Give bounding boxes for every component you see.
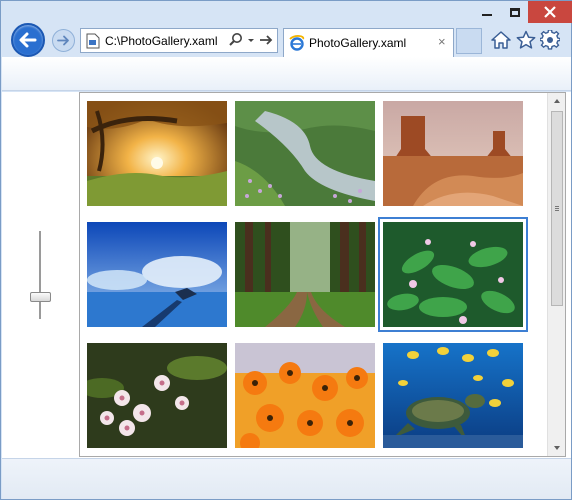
favorites-star-icon[interactable] (516, 30, 536, 50)
page-content (2, 92, 571, 458)
zoom-slider-thumb[interactable] (30, 292, 51, 302)
tab-photogallery[interactable]: PhotoGallery.xaml × (283, 28, 454, 57)
maximize-icon (510, 7, 520, 17)
minimize-button[interactable] (472, 1, 502, 23)
forward-arrow-icon (57, 35, 69, 46)
photo-sea-turtle-fish[interactable] (383, 343, 523, 448)
address-text: C:\PhotoGallery.xaml (105, 34, 218, 48)
page-icon (86, 33, 100, 49)
scroll-up-icon[interactable] (552, 96, 562, 106)
address-bar[interactable]: C:\PhotoGallery.xaml (80, 28, 278, 53)
vertical-scrollbar[interactable] (547, 93, 565, 456)
status-bar (2, 458, 571, 499)
photo-frangipani-flowers[interactable] (87, 343, 227, 448)
photo-autumn-tree-sunset[interactable] (87, 101, 227, 206)
tab-title: PhotoGallery.xaml (309, 36, 407, 50)
back-button[interactable] (11, 23, 45, 57)
minimize-icon (482, 14, 492, 16)
close-button[interactable] (528, 1, 572, 23)
photo-orange-flowers[interactable] (235, 343, 375, 448)
home-icon[interactable] (491, 30, 511, 50)
search-icon[interactable] (228, 32, 244, 48)
photo-forest-path[interactable] (235, 222, 375, 327)
new-tab-button[interactable] (456, 28, 482, 54)
photo-desert-buttes[interactable] (383, 101, 523, 206)
chevron-down-icon[interactable] (246, 32, 256, 48)
ie-icon (289, 35, 305, 51)
scrollbar-thumb[interactable] (551, 111, 563, 306)
gear-icon[interactable] (540, 30, 560, 50)
photo-mountain-stream-meadow[interactable] (235, 101, 375, 206)
tab-close-button[interactable]: × (438, 34, 446, 49)
photo-listbox[interactable] (79, 92, 566, 457)
browser-window: C:\PhotoGallery.xaml PhotoGallery.xaml × (0, 0, 572, 500)
scroll-down-icon[interactable] (552, 443, 562, 453)
close-icon (544, 6, 556, 18)
photo-pier-blue-sky[interactable] (87, 222, 227, 327)
back-arrow-icon (19, 32, 37, 48)
zoom-slider-track (39, 231, 41, 319)
go-arrow-icon[interactable] (258, 32, 274, 48)
forward-button[interactable] (52, 29, 75, 52)
maximize-button[interactable] (502, 1, 528, 23)
command-bar (2, 57, 571, 91)
photo-green-plants-flowers[interactable] (378, 217, 528, 332)
